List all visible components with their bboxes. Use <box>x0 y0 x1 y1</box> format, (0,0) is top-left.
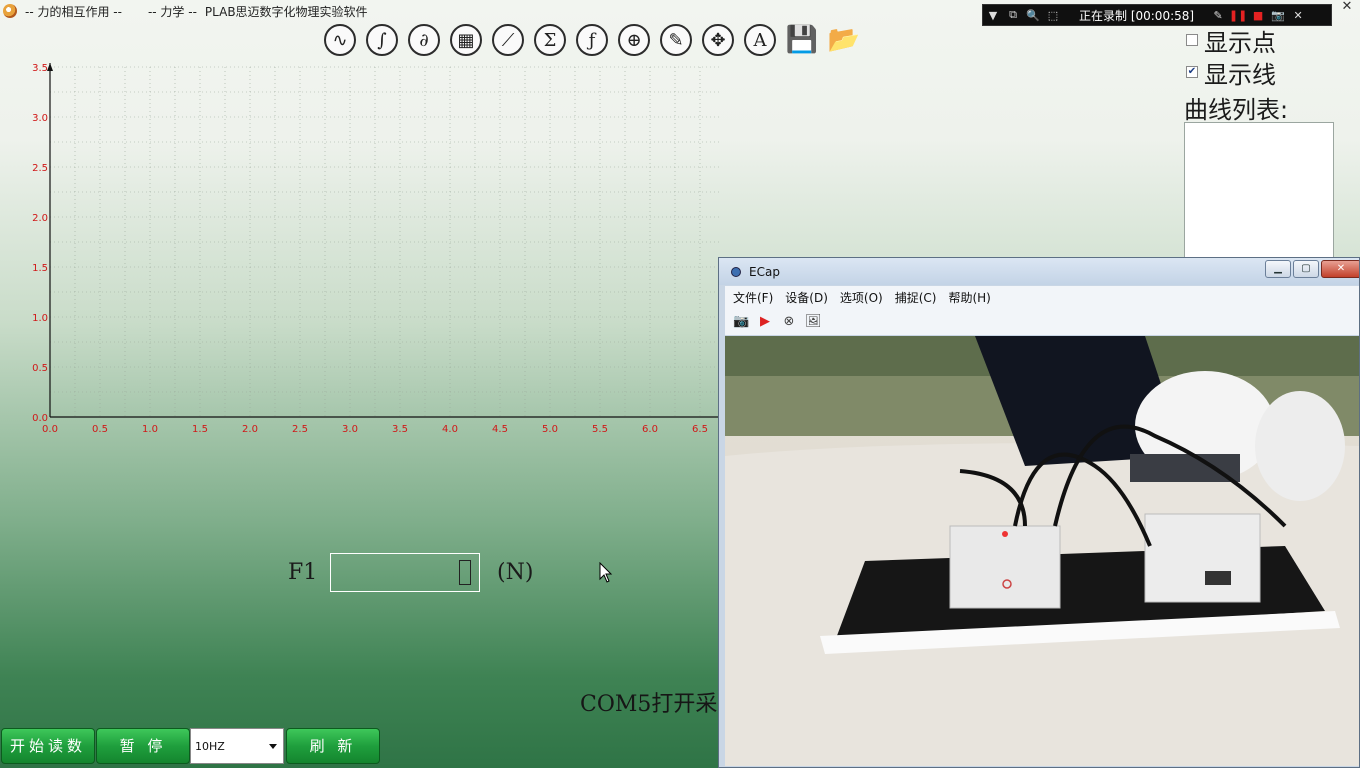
display-options-panel: 显示点 ✔ 显示线 曲线列表: <box>1184 24 1360 262</box>
refresh-button[interactable]: 刷 新 <box>286 728 380 764</box>
close-icon[interactable]: ✕ <box>1321 260 1359 278</box>
frequency-value: 10HZ <box>195 739 225 753</box>
ecap-menu-item[interactable]: 帮助(H) <box>948 289 990 306</box>
y-tick-label: 1.0 <box>32 313 48 324</box>
connection-status: COM5打开采 <box>580 692 718 717</box>
x-tick-label: 5.0 <box>542 424 558 435</box>
x-tick-label: 0.5 <box>92 424 108 435</box>
curve-list[interactable] <box>1184 122 1334 262</box>
function-tool-button[interactable]: ƒ <box>576 24 608 56</box>
ecap-menu-item[interactable]: 选项(O) <box>840 289 883 306</box>
maximize-icon[interactable]: ▢ <box>1293 260 1319 278</box>
title-software: PLAB思迈数字化物理实验软件 <box>204 4 368 19</box>
ecap-title-bar[interactable]: ECap ▁ ▢ ✕ <box>719 258 1359 285</box>
pause-button[interactable]: 暂 停 <box>96 728 190 764</box>
close-icon[interactable]: ✕ <box>1288 9 1308 22</box>
mouse-cursor-icon <box>599 562 613 583</box>
x-tick-label: 3.0 <box>342 424 358 435</box>
text-tool-button[interactable]: A <box>744 24 776 56</box>
channel-label: F1 <box>288 560 318 585</box>
title-experiment: -- 力的相互作用 -- <box>25 4 122 19</box>
pause-record-icon[interactable]: ❚❚ <box>1228 9 1248 22</box>
pen-icon[interactable]: ✎ <box>1208 9 1228 22</box>
show-points-label: 显示点 <box>1204 28 1276 57</box>
experiment-video-frame <box>725 336 1359 766</box>
stop-record-icon[interactable]: ■ <box>1248 9 1268 22</box>
app-logo-icon <box>3 4 17 18</box>
start-reading-button[interactable]: 开始读数 <box>1 728 95 764</box>
restore-icon[interactable]: ⧉ <box>1003 8 1023 22</box>
ecap-menu-item[interactable]: 捕捉(C) <box>895 289 937 306</box>
image-icon[interactable]: 🖼 <box>805 314 822 329</box>
region-icon[interactable]: ⬚ <box>1043 9 1063 22</box>
snapshot-icon[interactable]: 📷 <box>733 314 749 329</box>
y-tick-label: 3.5 <box>32 63 48 74</box>
y-tick-label: 2.5 <box>32 163 48 174</box>
curve-list-label: 曲线列表: <box>1184 96 1289 124</box>
integral-tool-button[interactable]: ∫ <box>366 24 398 56</box>
text-caret <box>459 560 471 585</box>
force-chart[interactable]: 0.0 0.5 1.0 1.5 2.0 2.5 3.0 3.5 4.0 4.5 5.0 5.5 6.0 6… <box>0 56 720 436</box>
ecap-menu-item[interactable]: 设备(D) <box>785 289 828 306</box>
chart-grid <box>49 66 720 418</box>
chart-tick-labels: 0.0 0.5 1.0 1.5 2.0 2.5 3.0 3.5 4.0 4.5 5.0 5.5 6.0 6… <box>32 63 708 435</box>
x-tick-label: 1.5 <box>192 424 208 435</box>
x-tick-label: 5.5 <box>592 424 608 435</box>
ecap-window: ECap ▁ ▢ ✕ 文件(F) 设备(D) 选项(O) 捕捉(C) 帮助(H) 📷 ▶… <box>718 257 1360 768</box>
x-tick-label: 4.0 <box>442 424 458 435</box>
sum-tool-button[interactable]: Σ <box>534 24 566 56</box>
save-icon[interactable]: 💾 <box>786 24 818 56</box>
title-subject: -- 力学 -- <box>147 4 197 19</box>
show-points-option[interactable]: 显示点 <box>1184 24 1360 57</box>
x-tick-label: 1.0 <box>142 424 158 435</box>
x-tick-label: 4.5 <box>492 424 508 435</box>
ecap-toolbar: 📷 ▶ ⊗ 🖼 <box>725 308 1359 335</box>
y-tick-label: 3.0 <box>32 113 48 124</box>
force-value-display <box>330 553 480 592</box>
zoom-icon[interactable]: 🔍 <box>1023 9 1043 22</box>
show-lines-option[interactable]: ✔ 显示线 <box>1184 56 1360 89</box>
open-folder-icon[interactable]: 📂 <box>828 24 860 56</box>
fit-line-tool-button[interactable]: ⟋ <box>492 24 524 56</box>
recording-status: 正在录制 [00:00:58] <box>1079 8 1195 23</box>
x-tick-label: 2.5 <box>292 424 308 435</box>
unit-label: (N) <box>497 560 534 585</box>
analysis-toolbar: ∿ ∫ ∂ ▦ ⟋ Σƒ ⊕ ✎ ✥ A 💾 📂 <box>324 24 870 58</box>
ecap-title: ECap <box>749 264 780 279</box>
x-tick-label: 6.5 <box>692 424 708 435</box>
move-tool-button[interactable]: ✥ <box>702 24 734 56</box>
frequency-select[interactable]: 10HZ <box>190 728 284 764</box>
x-tick-label: 6.0 <box>642 424 658 435</box>
crosshair-tool-button[interactable]: ⊕ <box>618 24 650 56</box>
minimize-icon[interactable]: ▁ <box>1265 260 1291 278</box>
x-tick-label: 0.0 <box>42 424 58 435</box>
camera-icon[interactable]: 📷 <box>1268 9 1288 22</box>
y-tick-label: 0.0 <box>32 413 48 424</box>
ecap-app-icon <box>731 266 741 277</box>
chart-axes <box>47 63 720 418</box>
x-tick-label: 3.5 <box>392 424 408 435</box>
stop-icon[interactable]: ⊗ <box>781 314 797 329</box>
y-tick-label: 2.0 <box>32 213 48 224</box>
dropdown-arrow-icon <box>269 744 277 749</box>
play-icon[interactable]: ▶ <box>757 314 773 329</box>
chip-tool-button[interactable]: ▦ <box>450 24 482 56</box>
ecap-menu-item[interactable]: 文件(F) <box>733 289 773 306</box>
screen-recorder-bar: ▼ ⧉ 🔍 ⬚ 正在录制 [00:00:58] ✎ ❚❚ ■ 📷 ✕ <box>982 4 1332 26</box>
show-points-checkbox[interactable] <box>1186 34 1198 46</box>
ecap-menu-bar: 文件(F) 设备(D) 选项(O) 捕捉(C) 帮助(H) <box>725 286 1359 308</box>
app-close-icon[interactable]: ✕ <box>1334 0 1360 14</box>
show-lines-label: 显示线 <box>1204 60 1276 89</box>
y-tick-label: 0.5 <box>32 363 48 374</box>
x-tick-label: 2.0 <box>242 424 258 435</box>
sine-wave-tool-button[interactable]: ∿ <box>324 24 356 56</box>
pen-tool-button[interactable]: ✎ <box>660 24 692 56</box>
chevron-down-icon[interactable]: ▼ <box>983 9 1003 22</box>
y-tick-label: 1.5 <box>32 263 48 274</box>
show-lines-checkbox[interactable]: ✔ <box>1186 66 1198 78</box>
camera-preview <box>725 336 1359 766</box>
derivative-tool-button[interactable]: ∂ <box>408 24 440 56</box>
